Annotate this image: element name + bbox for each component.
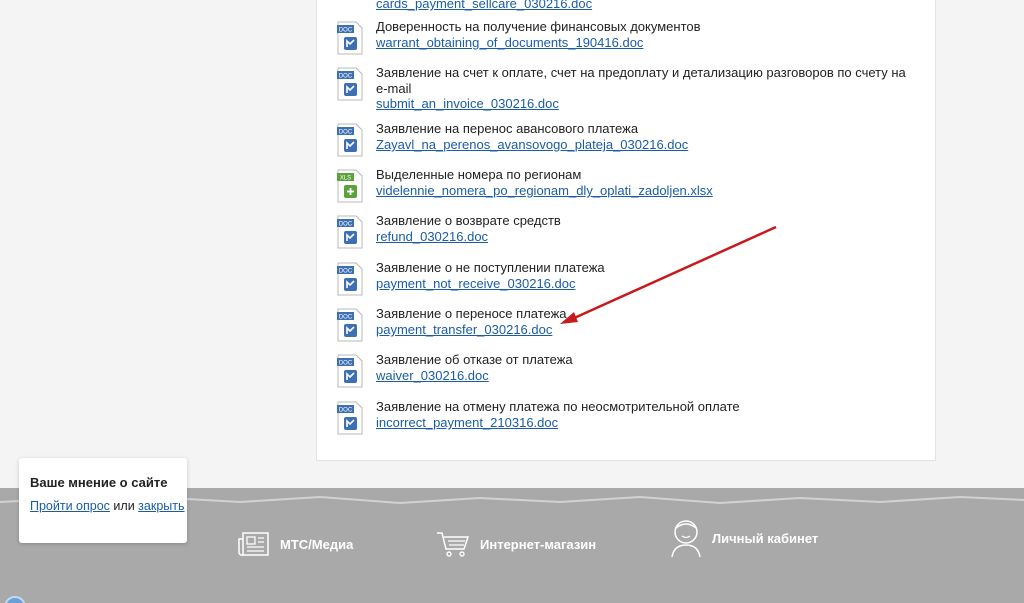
svg-text:DOC: DOC: [339, 130, 353, 136]
svg-text:DOC: DOC: [339, 269, 353, 275]
shopping-cart-icon: [437, 532, 470, 557]
document-title: Доверенность на получение финансовых док…: [376, 19, 701, 34]
doc-file-icon[interactable]: DOC: [336, 21, 364, 55]
document-link[interactable]: waiver_030216.doc: [376, 368, 489, 384]
document-link[interactable]: payment_not_receive_030216.doc: [376, 276, 575, 292]
document-title: Заявление о возврате средств: [376, 213, 561, 228]
svg-text:DOC: DOC: [339, 28, 353, 34]
document-title: Заявление на счет к оплате, счет на пред…: [376, 65, 906, 96]
document-link[interactable]: Zayavl_na_perenos_avansovogo_plateja_030…: [376, 137, 688, 153]
survey-actions: Пройти опрос или закрыть: [30, 499, 185, 513]
svg-text:DOC: DOC: [339, 315, 353, 321]
close-survey-link[interactable]: закрыть: [138, 499, 184, 513]
svg-text:DOC: DOC: [339, 222, 353, 228]
take-survey-link[interactable]: Пройти опрос: [30, 499, 110, 513]
doc-file-icon[interactable]: DOC: [336, 308, 364, 342]
doc-file-icon[interactable]: DOC: [336, 215, 364, 249]
document-title: Заявление об отказе от платежа: [376, 352, 573, 367]
document-title: Выделенные номера по регионам: [376, 167, 582, 182]
document-title: Заявление о не поступлении платежа: [376, 260, 605, 275]
document-link[interactable]: incorrect_payment_210316.doc: [376, 415, 558, 431]
survey-title: Ваше мнение о сайте: [30, 475, 168, 490]
xls-file-icon[interactable]: XLS: [336, 169, 364, 203]
footer-shop-label: Интернет-магазин: [480, 536, 597, 552]
survey-or-text: или: [113, 499, 135, 513]
footer-shop-link[interactable]: Интернет-магазин: [436, 528, 596, 560]
doc-file-icon[interactable]: DOC: [336, 67, 364, 101]
svg-text:XLS: XLS: [340, 176, 351, 182]
document-title: Заявление на перенос авансового платежа: [376, 121, 639, 136]
doc-file-icon[interactable]: DOC: [336, 123, 364, 157]
document-link[interactable]: submit_an_invoice_030216.doc: [376, 96, 559, 112]
svg-text:DOC: DOC: [339, 361, 353, 367]
doc-file-icon[interactable]: DOC: [336, 401, 364, 435]
footer-media-label: МТС/Медиа: [280, 536, 354, 552]
svg-text:DOC: DOC: [339, 74, 353, 80]
doc-file-icon[interactable]: DOC: [336, 354, 364, 388]
footer-account-label: Личный кабинет: [712, 530, 819, 546]
document-link[interactable]: warrant_obtaining_of_documents_190416.do…: [376, 35, 643, 51]
document-link[interactable]: videlennie_nomera_po_regionam_dly_oplati…: [376, 183, 713, 199]
footer-account-link[interactable]: Личный кабинет: [670, 520, 819, 558]
document-link[interactable]: payment_transfer_030216.doc: [376, 322, 552, 338]
survey-popup: Ваше мнение о сайте Пройти опрос или зак…: [19, 458, 187, 543]
document-link[interactable]: cards_payment_sellcare_030216.doc: [376, 0, 592, 12]
document-title: Заявление о переносе платежа: [376, 306, 567, 321]
document-title: Заявление на отмену платежа по неосмотри…: [376, 399, 740, 414]
user-profile-icon: [671, 520, 701, 558]
document-link[interactable]: refund_030216.doc: [376, 229, 488, 245]
doc-file-icon[interactable]: DOC: [336, 262, 364, 296]
newspaper-icon: [238, 532, 269, 556]
footer-media-link[interactable]: МТС/Медиа: [238, 528, 353, 560]
svg-text:DOC: DOC: [339, 408, 353, 414]
